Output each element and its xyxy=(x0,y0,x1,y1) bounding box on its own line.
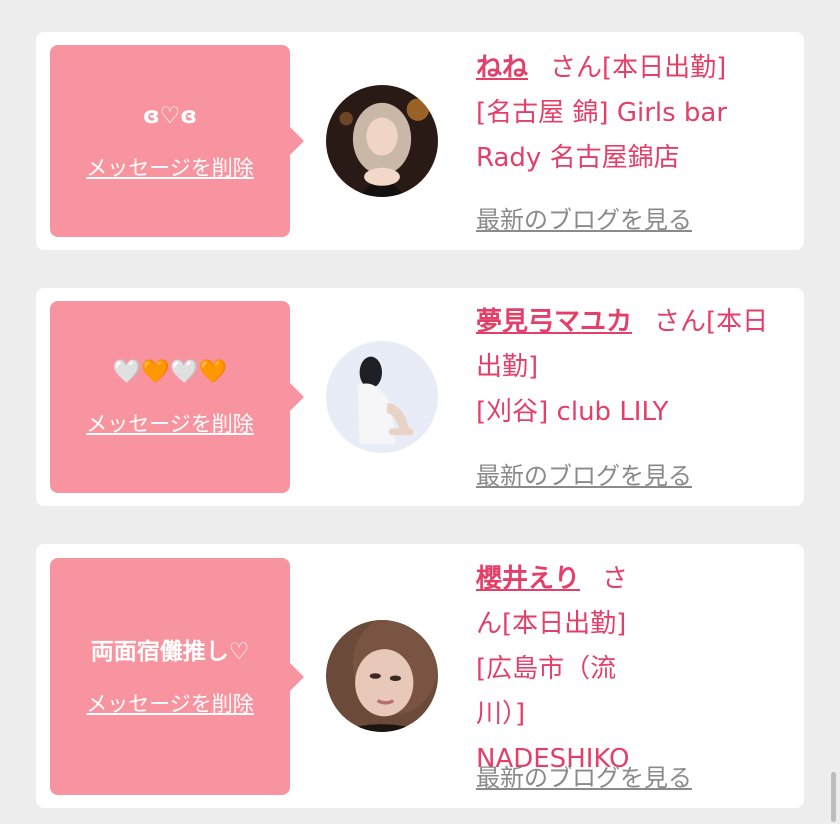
delete-message-link[interactable]: メッセージを削除 xyxy=(86,152,254,182)
message-text: ɞ♡ɞ xyxy=(142,103,198,129)
avatar-photo-icon xyxy=(326,341,438,453)
scrollbar[interactable] xyxy=(831,772,836,822)
delete-message-link[interactable]: メッセージを削除 xyxy=(86,688,254,718)
latest-blog-link[interactable]: 最新のブログを見る xyxy=(476,200,692,235)
cast-status: さん[本日出勤] xyxy=(550,53,727,83)
avatar-photo-icon xyxy=(326,620,438,732)
favorite-card: ɞ♡ɞ メッセージを削除 ねね さん[本日出勤] [名古屋 錦] Girls ba… xyxy=(36,32,804,250)
latest-blog-link[interactable]: 最新のブログを見る xyxy=(476,758,692,793)
cast-info: 櫻井えり さん[本日出勤] [広島市（流川）] NADESHIKO xyxy=(476,557,646,782)
message-text: 🤍🧡🤍🧡 xyxy=(112,359,228,385)
delete-message-link[interactable]: メッセージを削除 xyxy=(86,408,254,438)
avatar[interactable] xyxy=(326,341,438,453)
message-bubble: ɞ♡ɞ メッセージを削除 xyxy=(50,45,304,237)
avatar[interactable] xyxy=(326,620,438,732)
avatar-photo-icon xyxy=(326,85,438,197)
shop-info: [刈谷] club LILY xyxy=(476,397,669,427)
cast-name-link[interactable]: 櫻井えり xyxy=(476,564,580,594)
cast-info: ねね さん[本日出勤] [名古屋 錦] Girls bar Rady 名古屋錦店 xyxy=(476,46,788,181)
shop-info: [名古屋 錦] Girls bar Rady 名古屋錦店 xyxy=(476,98,728,173)
message-bubble: 🤍🧡🤍🧡 メッセージを削除 xyxy=(50,301,304,493)
cast-name-link[interactable]: ねね xyxy=(476,53,528,83)
favorite-card: 🤍🧡🤍🧡 メッセージを削除 夢見弓マユカ さん[本日出勤] [刈谷] club L… xyxy=(36,288,804,506)
avatar[interactable] xyxy=(326,85,438,197)
latest-blog-link[interactable]: 最新のブログを見る xyxy=(476,456,692,491)
cast-name-link[interactable]: 夢見弓マユカ xyxy=(476,307,632,337)
cast-info: 夢見弓マユカ さん[本日出勤] [刈谷] club LILY xyxy=(476,300,788,435)
message-bubble: 両面宿儺推し♡ メッセージを削除 xyxy=(50,558,304,795)
shop-info: [広島市（流川）] NADESHIKO xyxy=(476,654,630,774)
favorite-card: 両面宿儺推し♡ メッセージを削除 櫻井えり さん[本日出勤] [広島市（流川）] … xyxy=(36,544,804,808)
message-text: 両面宿儺推し♡ xyxy=(90,638,250,665)
